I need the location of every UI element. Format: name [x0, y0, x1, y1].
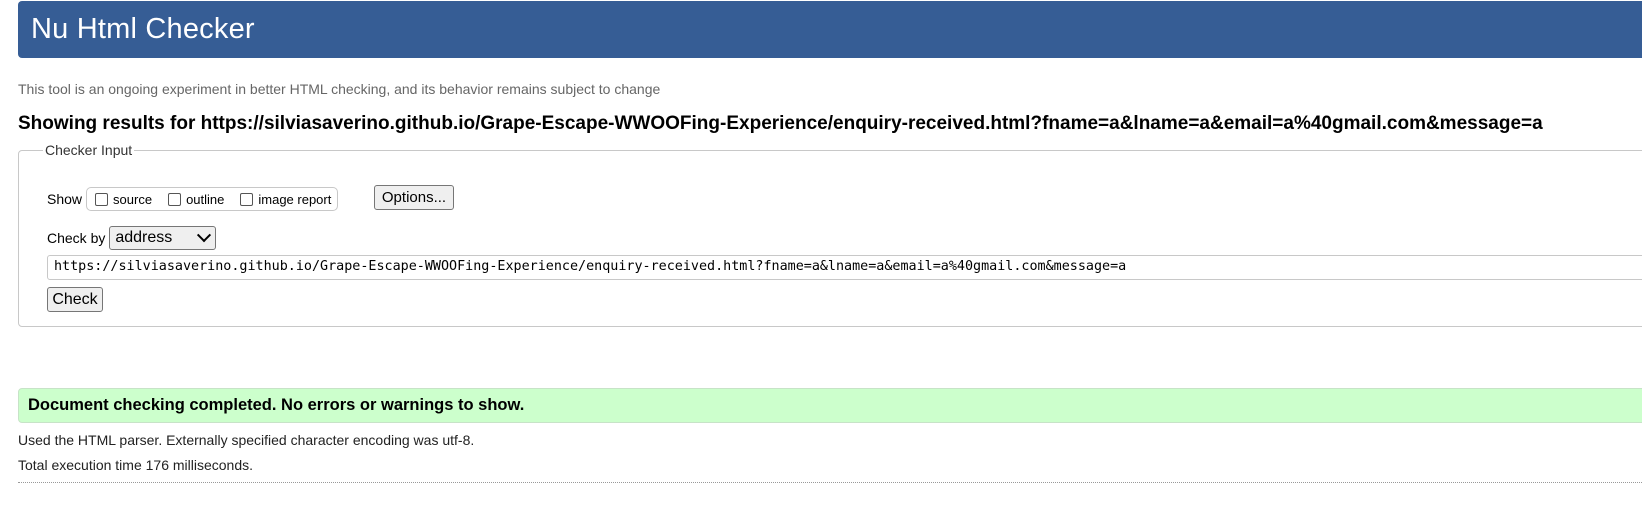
page: Nu Html Checker This tool is an ongoing …: [0, 0, 1642, 507]
check-button[interactable]: Check: [47, 287, 103, 312]
divider: [18, 482, 1642, 483]
header-bar: Nu Html Checker: [18, 1, 1642, 58]
show-source-option[interactable]: source: [95, 192, 152, 207]
options-button[interactable]: Options...: [374, 185, 454, 210]
check-by-select[interactable]: address: [109, 226, 217, 250]
check-by-selected-value: address: [115, 229, 173, 246]
show-image-report-option[interactable]: image report: [240, 192, 331, 207]
url-input[interactable]: https://silviasaverino.github.io/Grape-E…: [47, 255, 1642, 280]
parser-info: Used the HTML parser. Externally specifi…: [18, 432, 475, 448]
chevron-down-icon: [197, 228, 212, 243]
show-options-group: source outline image report: [86, 187, 339, 211]
checker-input-legend: Checker Input: [43, 142, 135, 158]
execution-time: Total execution time 176 milliseconds.: [18, 457, 254, 473]
image-report-checkbox[interactable]: [240, 192, 254, 206]
checker-input-panel: Checker Input Show source outline image …: [18, 142, 1642, 327]
check-by-row: Check by address: [47, 226, 217, 250]
source-checkbox[interactable]: [95, 192, 109, 206]
image-report-checkbox-label: image report: [258, 191, 332, 207]
outline-checkbox[interactable]: [168, 192, 182, 206]
show-row: Show source outline image report: [47, 187, 339, 211]
tagline: This tool is an ongoing experiment in be…: [18, 81, 661, 97]
show-label: Show: [47, 191, 83, 207]
show-outline-option[interactable]: outline: [168, 192, 224, 207]
success-message: Document checking completed. No errors o…: [18, 388, 1642, 423]
outline-checkbox-label: outline: [186, 191, 225, 207]
results-heading: Showing results for https://silviasaveri…: [18, 113, 1543, 134]
source-checkbox-label: source: [113, 191, 153, 207]
page-title: Nu Html Checker: [31, 13, 255, 45]
check-by-label: Check by: [47, 230, 106, 246]
